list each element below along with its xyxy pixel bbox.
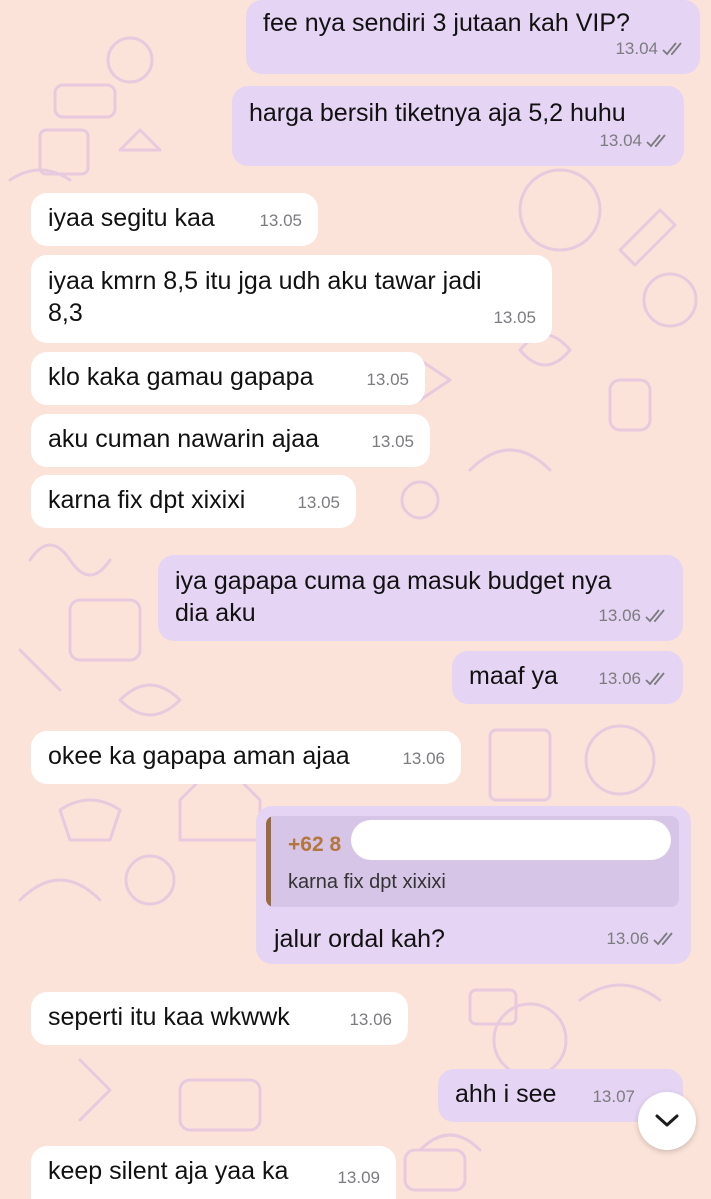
message-meta: 13.05 [259,204,302,238]
message-time: 13.05 [493,308,536,327]
message-time: 13.06 [598,669,641,688]
message-time: 13.06 [598,606,641,625]
message-bubble-outgoing[interactable]: maaf ya 13.06 [452,651,683,704]
message-meta: 13.06 [598,599,669,633]
message-bubble-outgoing-reply[interactable]: +62 8 karna fix dpt xixixi jalur ordal k… [256,806,691,964]
double-check-icon [645,672,665,686]
message-meta: 13.05 [493,301,536,335]
double-check-icon [653,932,673,946]
message-bubble-outgoing[interactable]: harga bersih tiketnya aja 5,2 huhu 13.04 [232,86,684,166]
message-text: jalur ordal kah? [274,925,445,953]
redaction-mark [351,820,671,860]
message-bubble-outgoing[interactable]: iya gapapa cuma ga masuk budget nya dia … [158,555,683,641]
message-bubble-incoming[interactable]: seperti itu kaa wkwwk 13.06 [31,992,408,1045]
message-meta: 13.09 [337,1161,380,1195]
message-text: ahh i see [455,1080,557,1108]
message-time: 13.05 [366,370,409,389]
quoted-sender: +62 8 [288,833,342,856]
scroll-to-bottom-button[interactable] [638,1092,696,1150]
message-meta: 13.06 [606,922,677,956]
double-check-icon [645,609,665,623]
message-meta: 13.05 [371,425,414,459]
message-meta: 13.05 [366,363,409,397]
message-meta: 13.05 [297,486,340,520]
message-text: karna fix dpt xixixi [48,486,246,514]
message-time: 13.07 [592,1087,635,1106]
message-time: 13.05 [259,211,302,230]
message-time: 13.04 [615,39,658,58]
chevron-down-icon [655,1114,679,1127]
message-bubble-incoming[interactable]: aku cuman nawarin ajaa 13.05 [31,414,430,467]
message-time: 13.05 [297,493,340,512]
message-time: 13.06 [349,1010,392,1029]
message-text: seperti itu kaa wkwwk [48,1003,290,1031]
message-text: okee ka gapapa aman ajaa [48,742,350,770]
message-time: 13.06 [402,749,445,768]
message-time: 13.09 [337,1168,380,1187]
message-text: iyaa kmrn 8,5 itu jga udh aku tawar jadi… [48,267,482,327]
message-text: keep silent aja yaa ka [48,1157,289,1185]
double-check-icon [646,134,666,148]
message-meta: 13.04 [615,32,686,66]
message-bubble-incoming[interactable]: karna fix dpt xixixi 13.05 [31,475,356,528]
message-time: 13.04 [599,131,642,150]
quoted-message[interactable]: +62 8 karna fix dpt xixixi [266,816,679,907]
message-text: iya gapapa cuma ga masuk budget nya dia … [175,567,612,627]
message-meta: 13.06 [349,1003,392,1037]
message-text: aku cuman nawarin ajaa [48,425,319,453]
double-check-icon [662,42,682,56]
message-meta: 13.06 [402,742,445,776]
quote-accent-bar [266,816,271,907]
message-bubble-incoming[interactable]: iyaa segitu kaa 13.05 [31,193,318,246]
message-bubble-incoming[interactable]: iyaa kmrn 8,5 itu jga udh aku tawar jadi… [31,255,552,343]
message-time: 13.05 [371,432,414,451]
message-bubble-incoming[interactable]: keep silent aja yaa ka 13.09 [31,1146,396,1199]
message-meta: 13.07 [592,1080,635,1114]
message-bubble-incoming[interactable]: klo kaka gamau gapapa 13.05 [31,352,425,405]
message-text: klo kaka gamau gapapa [48,363,314,391]
message-bubble-outgoing[interactable]: fee nya sendiri 3 jutaan kah VIP? 13.04 [246,0,700,74]
message-time: 13.06 [606,929,649,948]
message-meta: 13.04 [599,124,670,158]
message-bubble-incoming[interactable]: okee ka gapapa aman ajaa 13.06 [31,731,461,784]
message-meta: 13.06 [598,662,669,696]
quoted-text: karna fix dpt xixixi [288,871,446,893]
